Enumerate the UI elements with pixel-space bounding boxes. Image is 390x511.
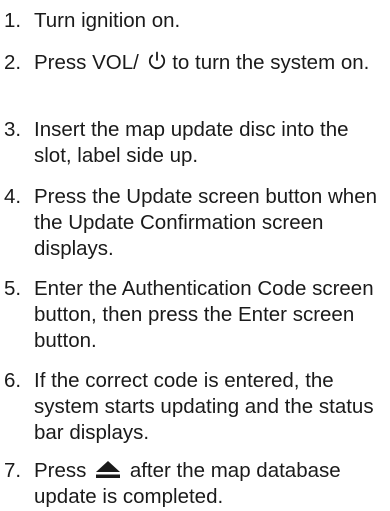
step-3: 3. Insert the map update disc into the s… [0,117,390,169]
step-number: 4. [4,185,22,208]
step-number: 3. [4,118,22,141]
step-text: Press VOL/ to turn the system on. [34,50,390,76]
step-number: 2. [4,51,22,74]
eject-icon [96,461,121,478]
step-text: Enter the Authentication Code screen but… [34,277,374,352]
step-number: 7. [4,459,22,482]
step-2: 2. Press VOL/ to turn the system on. [0,50,390,76]
step-text: Press the Update screen button when the … [34,185,378,260]
step-7: 7. Press after the map database update i… [0,458,390,510]
step-text-after: to turn the system on. [166,51,370,74]
power-icon [148,51,165,70]
step-text: Insert the map update disc into the slot… [34,118,349,167]
step-number: 5. [4,277,22,300]
step-text-before: Press VOL/ [34,51,139,74]
step-4: 4. Press the Update screen button when t… [0,184,390,262]
step-number: 6. [4,369,22,392]
step-text: If the correct code is entered, the syst… [34,369,374,444]
step-number: 1. [4,9,22,32]
step-text: Turn ignition on. [34,9,181,32]
step-text-before: Press [34,459,87,482]
step-text: Press after the map database update is c… [34,458,390,510]
step-5: 5. Enter the Authentication Code screen … [0,276,390,354]
step-1: 1. Turn ignition on. [0,8,390,34]
step-6: 6. If the correct code is entered, the s… [0,368,390,446]
